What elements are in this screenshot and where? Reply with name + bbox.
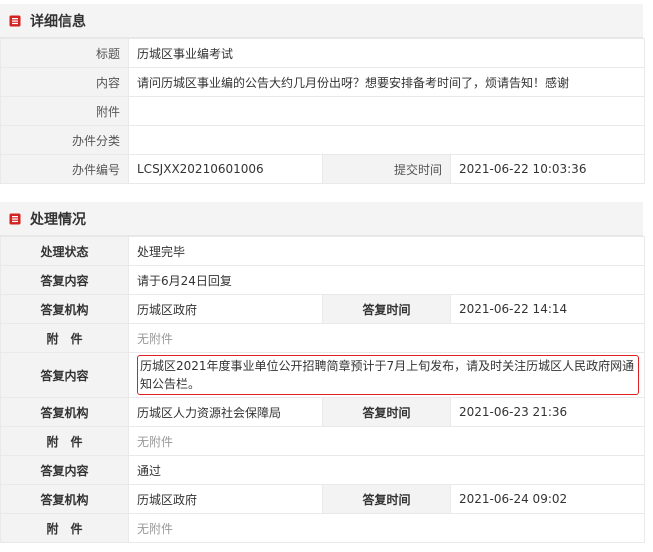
handling-table: 处理状态 处理完毕 答复内容 请于6月24日回复 答复机构 历城区政府 答复时间… (0, 236, 645, 543)
reply-org-label: 答复机构 (0, 484, 129, 514)
reply-org-row: 答复机构 历城区人力资源社会保障局 答复时间 2021-06-23 21:36 (0, 397, 645, 427)
reply-time-label: 答复时间 (322, 294, 451, 324)
reply-org-row: 答复机构 历城区政府 答复时间 2021-06-24 09:02 (0, 484, 645, 514)
reply-org-row: 答复机构 历城区政府 答复时间 2021-06-22 14:14 (0, 294, 645, 324)
detail-row-number: 办件编号 LCSJXX20210601006 提交时间 2021-06-22 1… (0, 154, 645, 184)
reply-content-value: 请于6月24日回复 (128, 265, 645, 295)
reply-attachment-label: 附 件 (0, 513, 129, 543)
reply-attachment-value: 无附件 (128, 513, 645, 543)
status-label: 处理状态 (0, 236, 129, 266)
handling-section-header: 处理情况 (0, 202, 643, 236)
reply-org-label: 答复机构 (0, 397, 129, 427)
page: 详细信息 标题 历城区事业编考试 内容 请问历城区事业编的公告大约几月份出呀？想… (0, 0, 653, 552)
reply-attachment-row: 附 件 无附件 (0, 323, 645, 353)
reply-attachment-value: 无附件 (128, 323, 645, 353)
reply-content-label: 答复内容 (0, 455, 129, 485)
reply-content-row: 答复内容 请于6月24日回复 (0, 265, 645, 295)
reply-content-label: 答复内容 (0, 265, 129, 295)
detail-row-title: 标题 历城区事业编考试 (0, 38, 645, 68)
document-list-icon (9, 15, 21, 26)
reply-content-label: 答复内容 (0, 352, 129, 398)
status-row: 处理状态 处理完毕 (0, 236, 645, 266)
content-label: 内容 (0, 67, 129, 97)
reply-org-value: 历城区政府 (128, 294, 323, 324)
reply-attachment-label: 附 件 (0, 426, 129, 456)
title-label: 标题 (0, 38, 129, 68)
title-value: 历城区事业编考试 (128, 38, 645, 68)
case-number-label: 办件编号 (0, 154, 129, 184)
reply-time-value: 2021-06-23 21:36 (450, 397, 645, 427)
status-value: 处理完毕 (128, 236, 645, 266)
attachment-value (128, 96, 645, 126)
reply-time-label: 答复时间 (322, 484, 451, 514)
reply-attachment-row: 附 件 无附件 (0, 426, 645, 456)
reply-content-value: 通过 (128, 455, 645, 485)
reply-content-row: 答复内容 历城区2021年度事业单位公开招聘简章预计于7月上旬发布，请及时关注历… (0, 352, 645, 398)
submit-time-label: 提交时间 (322, 154, 451, 184)
handling-section-title: 处理情况 (30, 211, 86, 228)
detail-section-title: 详细信息 (30, 13, 86, 30)
reply-attachment-row: 附 件 无附件 (0, 513, 645, 543)
reply-content-cell: 历城区2021年度事业单位公开招聘简章预计于7月上旬发布，请及时关注历城区人民政… (128, 352, 645, 398)
document-list-icon (9, 213, 21, 224)
detail-section-header: 详细信息 (0, 4, 643, 38)
reply-content-row: 答复内容 通过 (0, 455, 645, 485)
reply-time-label: 答复时间 (322, 397, 451, 427)
detail-row-category: 办件分类 (0, 125, 645, 155)
category-label: 办件分类 (0, 125, 129, 155)
case-number-value: LCSJXX20210601006 (128, 154, 323, 184)
reply-attachment-value: 无附件 (128, 426, 645, 456)
submit-time-value: 2021-06-22 10:03:36 (450, 154, 645, 184)
detail-row-content: 内容 请问历城区事业编的公告大约几月份出呀？想要安排备考时间了，烦请告知！感谢 (0, 67, 645, 97)
reply-content-highlighted: 历城区2021年度事业单位公开招聘简章预计于7月上旬发布，请及时关注历城区人民政… (137, 355, 639, 395)
reply-time-value: 2021-06-24 09:02 (450, 484, 645, 514)
category-value (128, 125, 645, 155)
content-value: 请问历城区事业编的公告大约几月份出呀？想要安排备考时间了，烦请告知！感谢 (128, 67, 645, 97)
reply-attachment-label: 附 件 (0, 323, 129, 353)
reply-org-label: 答复机构 (0, 294, 129, 324)
detail-table: 标题 历城区事业编考试 内容 请问历城区事业编的公告大约几月份出呀？想要安排备考… (0, 38, 645, 184)
reply-org-value: 历城区政府 (128, 484, 323, 514)
detail-row-attachment: 附件 (0, 96, 645, 126)
reply-org-value: 历城区人力资源社会保障局 (128, 397, 323, 427)
attachment-label: 附件 (0, 96, 129, 126)
reply-time-value: 2021-06-22 14:14 (450, 294, 645, 324)
